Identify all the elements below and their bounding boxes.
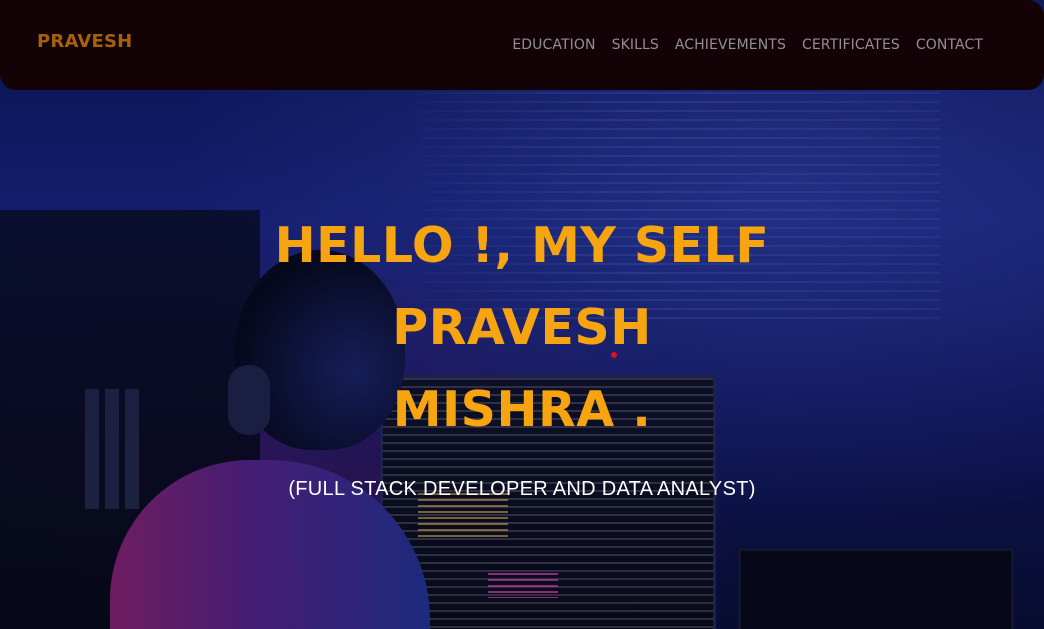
hero-heading: HELLO !, MY SELF PRAVESH MISHRA . [242, 205, 802, 451]
hero-section: HELLO !, MY SELF PRAVESH MISHRA . [0, 205, 1044, 451]
nav-item-certificates: CERTIFICATES [802, 34, 900, 53]
nav-link-achievements[interactable]: ACHIEVEMENTS [675, 37, 786, 53]
hero-heading-line-3: MISHRA . [392, 381, 652, 438]
hero-heading-line-1: HELLO !, MY SELF [274, 217, 770, 274]
nav-item-contact: CONTACT [916, 34, 983, 53]
brand-logo[interactable]: PRAVESH [37, 31, 132, 52]
hero-heading-line-2: PRAVESH [392, 299, 652, 356]
red-dot-icon [611, 352, 617, 358]
nav-item-achievements: ACHIEVEMENTS [675, 34, 786, 53]
nav-links: EDUCATION SKILLS ACHIEVEMENTS CERTIFICAT… [512, 34, 983, 53]
nav-link-education[interactable]: EDUCATION [512, 37, 595, 53]
top-navbar: PRAVESH EDUCATION SKILLS ACHIEVEMENTS CE… [0, 0, 1044, 90]
portfolio-page: PRAVESH EDUCATION SKILLS ACHIEVEMENTS CE… [0, 0, 1044, 629]
nav-item-skills: SKILLS [612, 34, 659, 53]
nav-item-education: EDUCATION [512, 34, 595, 53]
nav-link-skills[interactable]: SKILLS [612, 37, 659, 53]
nav-link-contact[interactable]: CONTACT [916, 37, 983, 53]
nav-link-certificates[interactable]: CERTIFICATES [802, 37, 900, 53]
hero-subtitle: (FULL STACK DEVELOPER AND DATA ANALYST) [288, 478, 756, 500]
